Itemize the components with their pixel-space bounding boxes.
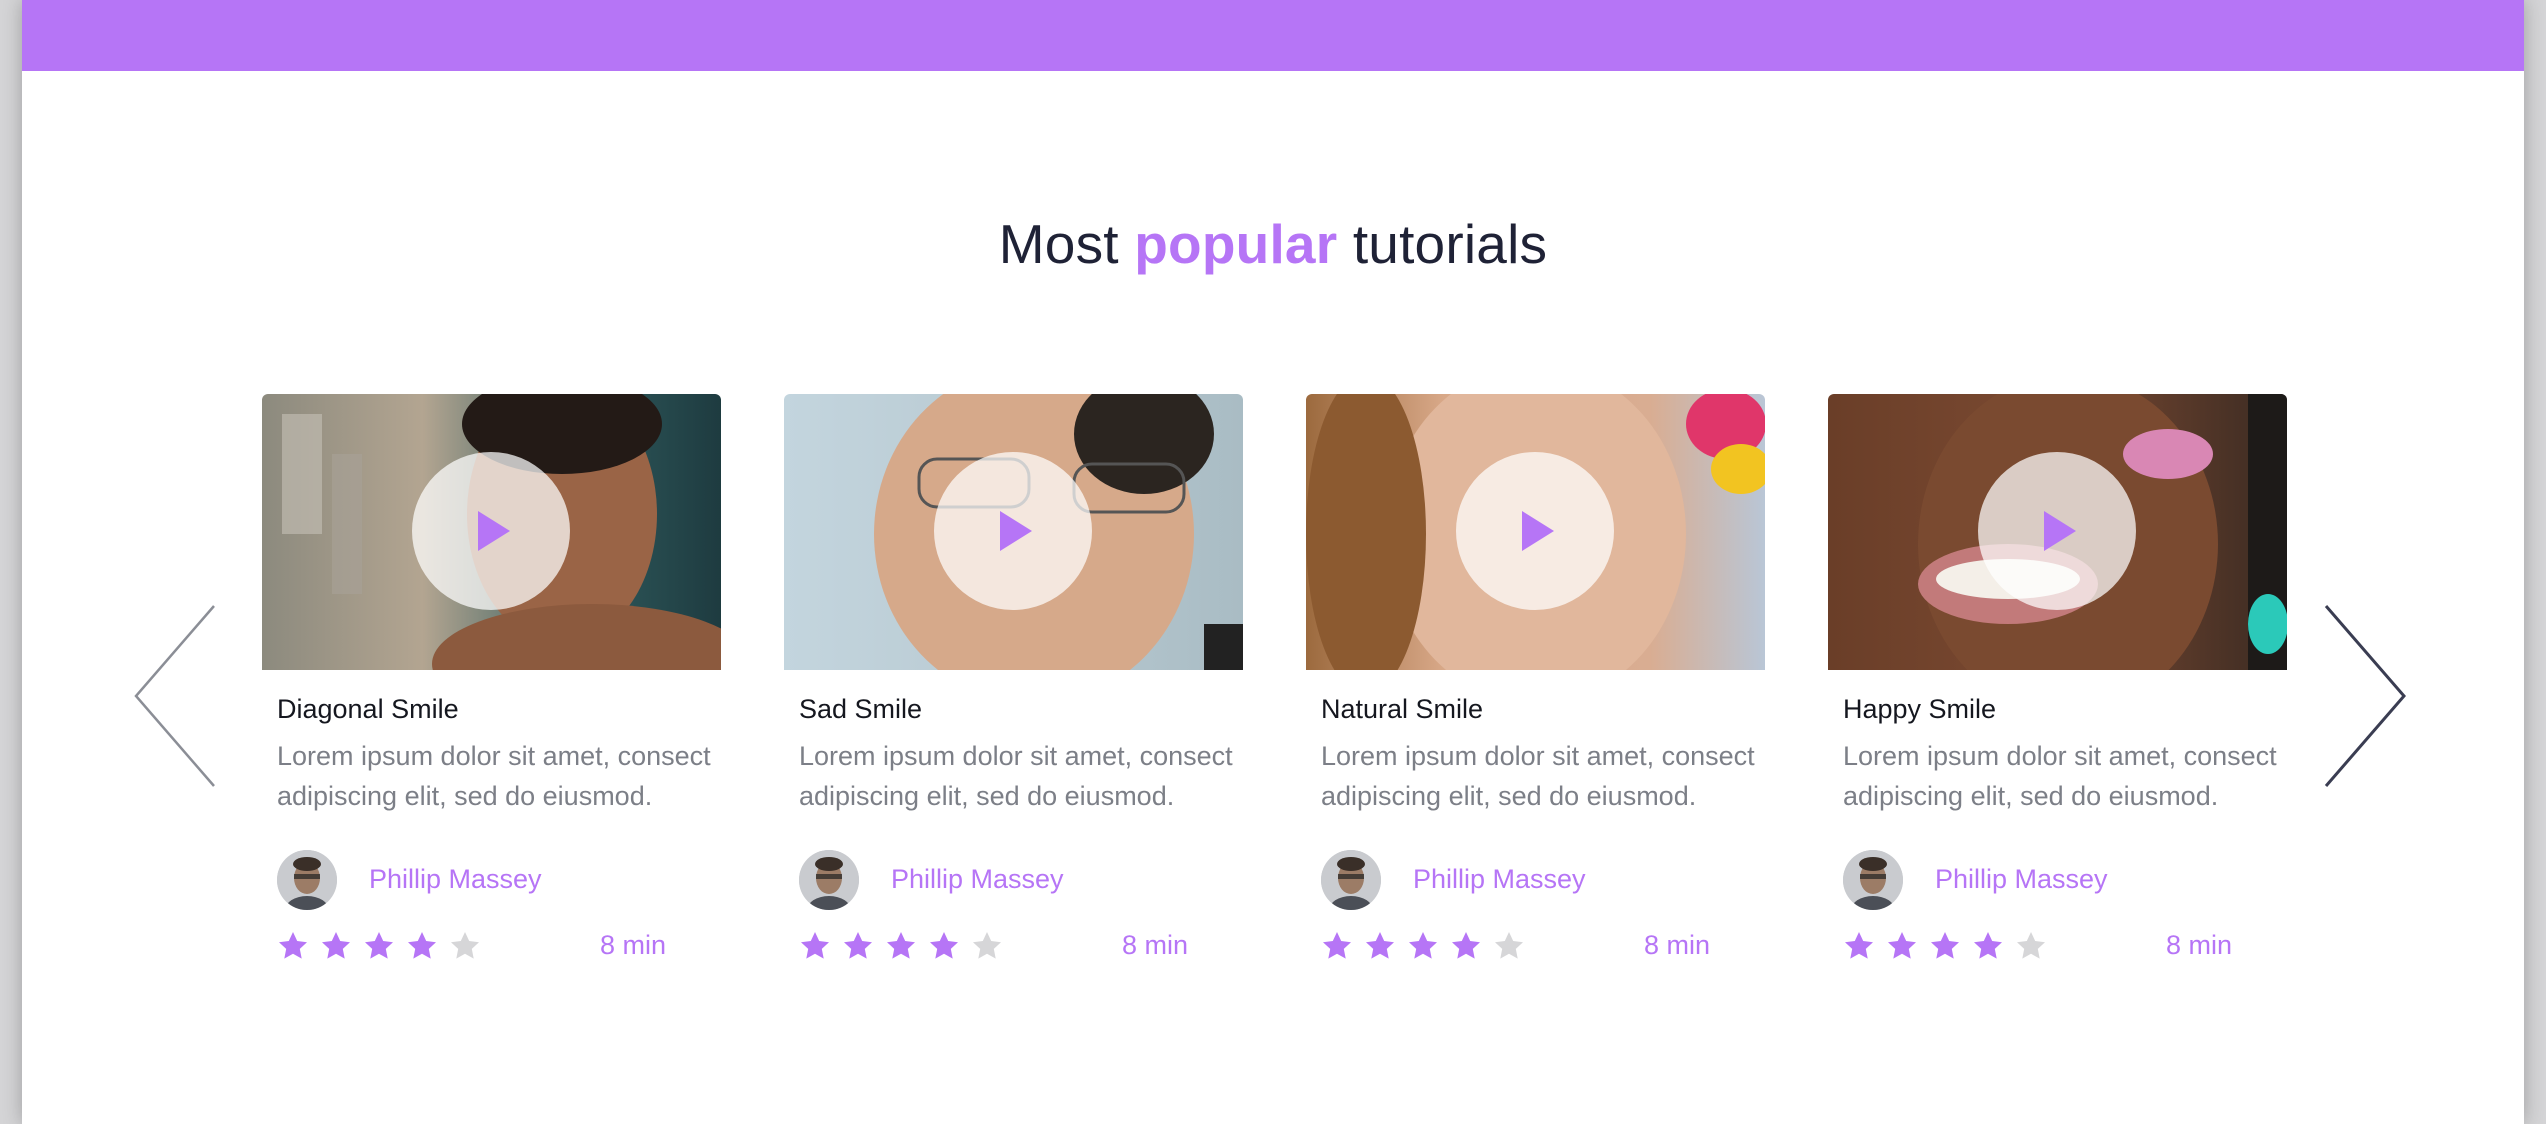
author-avatar (799, 850, 859, 910)
author-avatar (1321, 850, 1381, 910)
tutorial-description: Lorem ipsum dolor sit amet, consect adip… (1321, 741, 1755, 811)
tutorial-duration: 8 min (600, 930, 667, 960)
star-filled-icon (930, 932, 958, 959)
tutorial-thumbnail[interactable] (262, 394, 721, 670)
star-filled-icon (1974, 932, 2002, 959)
tutorial-duration: 8 min (1122, 930, 1189, 960)
carousel-prev-button[interactable] (132, 604, 222, 788)
star-filled-icon (844, 932, 872, 959)
tutorial-title[interactable]: Diagonal Smile (277, 694, 459, 725)
play-button[interactable] (934, 452, 1092, 610)
heading-text-after: tutorials (1352, 213, 1548, 275)
heading-accent-text: popular (1134, 213, 1338, 275)
tutorial-title[interactable]: Happy Smile (1843, 694, 1996, 725)
star-filled-icon (1452, 932, 1480, 959)
star-empty-icon (451, 932, 479, 959)
section-heading: Most popular tutorials (22, 212, 2524, 276)
tutorial-card[interactable]: Natural Smile Lorem ipsum dolor sit amet… (1306, 394, 1765, 994)
star-rating (1321, 930, 1525, 964)
play-icon (1522, 511, 1554, 551)
author-avatar (1843, 850, 1903, 910)
tutorial-description: Lorem ipsum dolor sit amet, consect adip… (277, 741, 711, 811)
star-filled-icon (408, 932, 436, 959)
tutorial-title[interactable]: Natural Smile (1321, 694, 1483, 725)
tutorial-title[interactable]: Sad Smile (799, 694, 922, 725)
tutorial-card[interactable]: Happy Smile Lorem ipsum dolor sit amet, … (1828, 394, 2287, 994)
play-button[interactable] (1456, 452, 1614, 610)
carousel-next-button[interactable] (2318, 604, 2408, 788)
star-empty-icon (973, 932, 1001, 959)
play-icon (2044, 511, 2076, 551)
play-button[interactable] (412, 452, 570, 610)
play-icon (1000, 511, 1032, 551)
star-rating (1843, 930, 2047, 964)
author-avatar (277, 850, 337, 910)
play-button[interactable] (1978, 452, 2136, 610)
tutorial-thumbnail[interactable] (784, 394, 1243, 670)
star-filled-icon (1323, 932, 1351, 959)
tutorial-card[interactable]: Diagonal Smile Lorem ipsum dolor sit ame… (262, 394, 721, 994)
star-filled-icon (1888, 932, 1916, 959)
chevron-left-icon (134, 605, 215, 787)
heading-text-before: Most (998, 213, 1119, 275)
star-filled-icon (1366, 932, 1394, 959)
star-rating (277, 930, 481, 964)
star-empty-icon (2017, 932, 2045, 959)
star-filled-icon (322, 932, 350, 959)
star-filled-icon (279, 932, 307, 959)
tutorial-description: Lorem ipsum dolor sit amet, consect adip… (1843, 741, 2277, 811)
star-filled-icon (801, 932, 829, 959)
author-name-link[interactable]: Phillip Massey (1413, 864, 1586, 895)
tutorial-thumbnail[interactable] (1828, 394, 2287, 670)
star-filled-icon (1931, 932, 1959, 959)
tutorial-duration: 8 min (2166, 930, 2233, 960)
top-header-bar (22, 0, 2524, 71)
tutorial-card[interactable]: Sad Smile Lorem ipsum dolor sit amet, co… (784, 394, 1243, 994)
star-filled-icon (1845, 932, 1873, 959)
play-icon (478, 511, 510, 551)
author-name-link[interactable]: Phillip Massey (891, 864, 1064, 895)
author-name-link[interactable]: Phillip Massey (1935, 864, 2108, 895)
star-filled-icon (365, 932, 393, 959)
author-name-link[interactable]: Phillip Massey (369, 864, 542, 895)
page: Most popular tutorials Diagonal Smile Lo… (22, 0, 2524, 1124)
tutorial-thumbnail[interactable] (1306, 394, 1765, 670)
star-rating (799, 930, 1003, 964)
star-filled-icon (887, 932, 915, 959)
star-empty-icon (1495, 932, 1523, 959)
chevron-right-icon (2324, 605, 2406, 787)
tutorial-description: Lorem ipsum dolor sit amet, consect adip… (799, 741, 1233, 811)
star-filled-icon (1409, 932, 1437, 959)
tutorial-duration: 8 min (1644, 930, 1711, 960)
